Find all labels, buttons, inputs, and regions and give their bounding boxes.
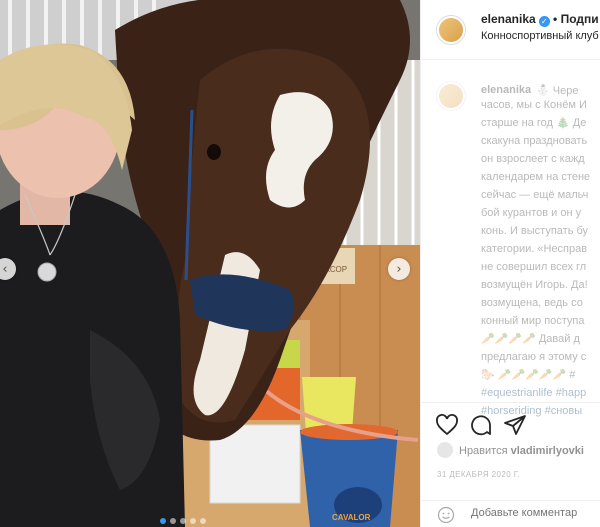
chevron-left-icon: ‹ (2, 261, 8, 277)
username-link[interactable]: elenanika (481, 12, 536, 26)
carousel-dot (160, 518, 166, 524)
location-link[interactable]: Конноспортивный клуб (481, 30, 599, 42)
carousel-dot (200, 518, 206, 524)
comment-icon[interactable] (469, 413, 493, 437)
caption-line: ⛄ Чере (536, 85, 579, 97)
caption-line: предлагаю я этому с (481, 351, 587, 363)
header-user-row: elenanika ✓ • Подпи (481, 12, 599, 27)
post-date[interactable]: 31 ДЕКАБРЯ 2020 Г. (437, 470, 520, 479)
share-icon[interactable] (503, 413, 527, 437)
action-bar (421, 402, 600, 442)
caption-line: скакуна праздновать (481, 135, 588, 147)
caption-line: не совершил всех гл (481, 261, 587, 273)
caption-line: возмущён Игорь. Да! (481, 279, 588, 291)
caption-line: возмущена, ведь со (481, 297, 583, 309)
caption-line: категории. «Несправ (481, 243, 588, 255)
comment-input[interactable] (471, 507, 599, 519)
caption-line: часов, мы с Конём И (481, 99, 587, 111)
caption: elenanika ⛄ Чере часов, мы с Конём И ста… (421, 60, 600, 417)
caption-line: 🥕🥕🥕🥕 Давай д (481, 333, 580, 345)
carousel-dot (190, 518, 196, 524)
caption-line: конный мир поступа (481, 315, 585, 327)
caption-line: календарем на стене (481, 171, 591, 183)
carousel-next-button[interactable]: › (388, 258, 410, 280)
post-sidebar: elenanika ✓ • Подпи Конноспортивный клуб … (420, 0, 600, 527)
verified-icon: ✓ (538, 16, 550, 27)
caption-avatar[interactable] (437, 82, 465, 110)
post-header: elenanika ✓ • Подпи Конноспортивный клуб (421, 0, 600, 60)
carousel-dot (170, 518, 176, 524)
heart-icon[interactable] (435, 413, 459, 437)
post-photo[interactable]: ЛЮКСОР CAVALOR ‹ › (0, 0, 420, 527)
caption-line: 🐎 🥕🥕🥕🥕🥕 # (481, 369, 576, 381)
liker-avatar (437, 442, 453, 458)
caption-line: старше на год 🎄 Де (481, 117, 587, 129)
photo-illustration: ЛЮКСОР CAVALOR (0, 0, 420, 527)
avatar[interactable] (437, 16, 465, 44)
caption-line: конь. И выступать бу (481, 225, 589, 237)
instagram-post: ЛЮКСОР CAVALOR ‹ › elenanika ✓ • Подпи К… (0, 0, 600, 527)
carousel-dot (180, 518, 186, 524)
caption-username[interactable]: elenanika (481, 84, 531, 96)
caption-line: он взрослеет с кажд (481, 153, 585, 165)
likes-row: Нравится vladimirlyovki (437, 442, 584, 458)
caption-line: сейчас — ещё мальч (481, 189, 589, 201)
separator: • (553, 12, 558, 26)
caption-line: бой курантов и он у (481, 207, 582, 219)
carousel-indicator (160, 518, 206, 524)
follow-button[interactable]: Подпи (561, 12, 599, 26)
smile-icon[interactable] (437, 506, 455, 524)
chevron-right-icon: › (396, 261, 402, 277)
bucket-brand: CAVALOR (332, 513, 371, 522)
comment-bar (421, 500, 600, 527)
liker-username[interactable]: vladimirlyovki (511, 445, 584, 457)
hashtag-line[interactable]: #equestrianlife #happ (481, 386, 586, 400)
likes-prefix: Нравится (459, 445, 508, 457)
